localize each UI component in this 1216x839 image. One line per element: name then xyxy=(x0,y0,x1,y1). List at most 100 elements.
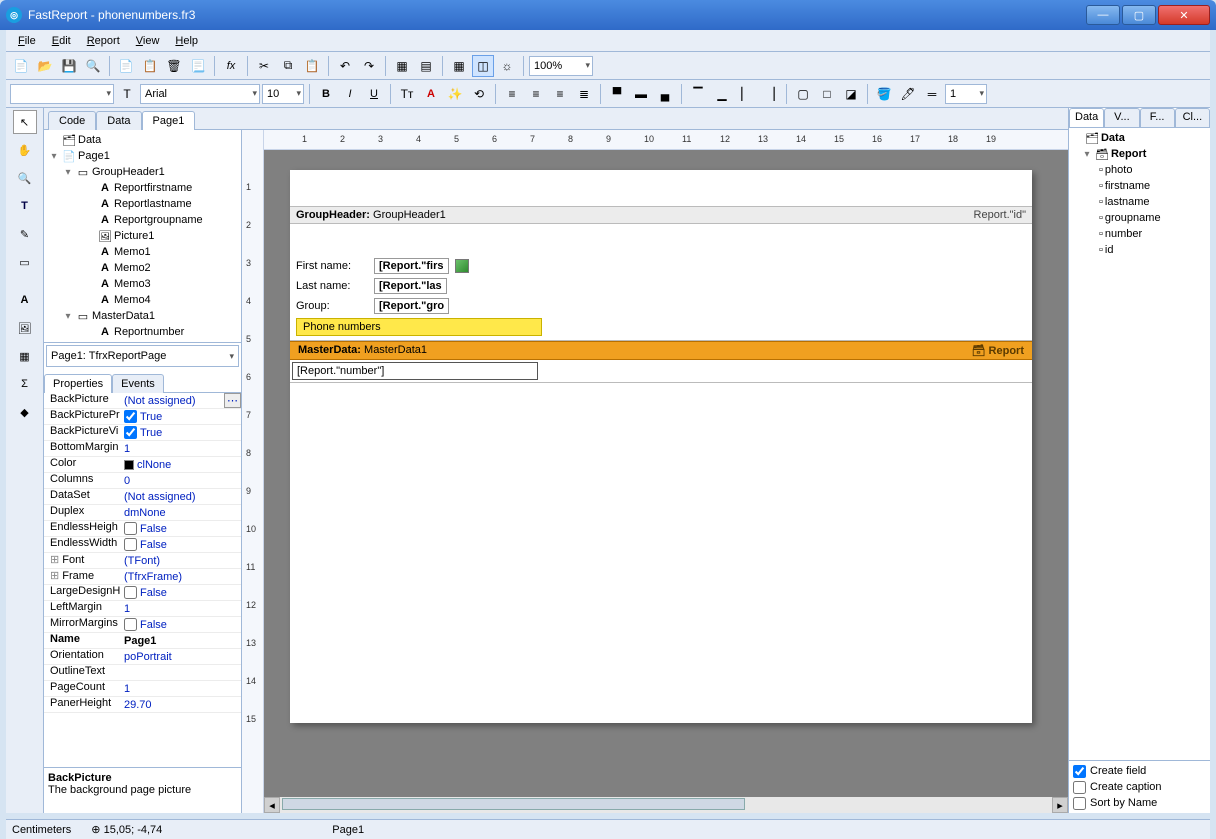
report-page[interactable]: GroupHeader: GroupHeader1 Report."id" Fi… xyxy=(290,170,1032,723)
window-close-button[interactable]: ✕ xyxy=(1158,5,1210,25)
tree-node[interactable]: AMemo1 xyxy=(44,244,241,260)
rotation-button[interactable]: ⟲ xyxy=(468,83,490,105)
property-row[interactable]: BackPicture(Not assigned)⋯ xyxy=(44,393,241,409)
property-row[interactable]: BackPictureViTrue xyxy=(44,425,241,441)
properties-grid[interactable]: BackPicture(Not assigned)⋯BackPicturePrT… xyxy=(44,392,241,767)
property-row[interactable]: LargeDesignHFalse xyxy=(44,585,241,601)
cut-button[interactable]: ✂ xyxy=(253,55,275,77)
property-row[interactable]: OrientationpoPortrait xyxy=(44,649,241,665)
property-row[interactable]: PageCount1 xyxy=(44,681,241,697)
tab-properties[interactable]: Properties xyxy=(44,374,112,393)
property-row[interactable]: BottomMargin1 xyxy=(44,441,241,457)
font-picker-button[interactable]: T xyxy=(116,83,138,105)
undo-button[interactable]: ↶ xyxy=(334,55,356,77)
save-button[interactable]: 💾 xyxy=(58,55,80,77)
variables-button[interactable]: fx xyxy=(220,55,242,77)
create-caption-checkbox[interactable]: Create caption xyxy=(1073,779,1206,795)
tab-data[interactable]: Data xyxy=(96,111,141,130)
align-left-button[interactable]: ≡ xyxy=(501,83,523,105)
group-label[interactable]: Group: xyxy=(296,300,374,312)
bold-button[interactable]: B xyxy=(315,83,337,105)
twisty-icon[interactable]: ▾ xyxy=(62,167,74,178)
tab-code[interactable]: Code xyxy=(48,111,96,130)
property-row[interactable]: Columns0 xyxy=(44,473,241,489)
number-field[interactable]: [Report."number"] xyxy=(292,362,538,380)
menu-report[interactable]: Report xyxy=(79,33,128,49)
right-tab-functions[interactable]: F... xyxy=(1140,108,1175,127)
data-field-node[interactable]: ▫id xyxy=(1071,242,1208,258)
align-right-button[interactable]: ≡ xyxy=(549,83,571,105)
property-row[interactable]: PanerHeight29.70 xyxy=(44,697,241,713)
valign-middle-button[interactable]: ▬ xyxy=(630,83,652,105)
line-weight-combo[interactable]: 1 xyxy=(945,84,987,104)
twisty-icon[interactable]: ▾ xyxy=(48,151,60,162)
property-row[interactable]: BackPicturePrTrue xyxy=(44,409,241,425)
property-row[interactable]: OutlineText xyxy=(44,665,241,681)
font-name-combo[interactable]: Arial xyxy=(140,84,260,104)
twisty-icon[interactable]: ▾ xyxy=(62,311,74,322)
fill-color-button[interactable]: 🪣 xyxy=(873,83,895,105)
phone-numbers-header[interactable]: Phone numbers xyxy=(296,318,542,336)
frame-all-button[interactable]: ▢ xyxy=(792,83,814,105)
font-color-button[interactable]: A xyxy=(420,83,442,105)
align-justify-button[interactable]: ≣ xyxy=(573,83,595,105)
window-maximize-button[interactable]: ▢ xyxy=(1122,5,1156,25)
italic-button[interactable]: I xyxy=(339,83,361,105)
font-settings-button[interactable]: Tᴛ xyxy=(396,83,418,105)
menu-file[interactable]: File xyxy=(10,33,44,49)
scroll-right-button[interactable]: ▸ xyxy=(1052,797,1068,813)
property-row[interactable]: DuplexdmNone xyxy=(44,505,241,521)
right-tab-classes[interactable]: Cl... xyxy=(1175,108,1210,127)
object-selector[interactable]: Page1: TfrxReportPage xyxy=(46,345,239,367)
highlight-button[interactable]: ✨ xyxy=(444,83,466,105)
property-row[interactable]: ColorclNone xyxy=(44,457,241,473)
right-tab-variables[interactable]: V... xyxy=(1104,108,1139,127)
hand-tool[interactable]: ✋ xyxy=(13,138,37,162)
text-tool[interactable]: T xyxy=(13,194,37,218)
tree-node[interactable]: AReportfirstname xyxy=(44,180,241,196)
data-field-node[interactable]: ▫lastname xyxy=(1071,194,1208,210)
frame-bottom-button[interactable]: ▁ xyxy=(711,83,733,105)
tree-node[interactable]: AMemo3 xyxy=(44,276,241,292)
design-canvas[interactable]: GroupHeader: GroupHeader1 Report."id" Fi… xyxy=(264,150,1068,797)
last-name-label[interactable]: Last name: xyxy=(296,280,374,292)
preview-button[interactable]: 🔍 xyxy=(82,55,104,77)
sys-object[interactable]: Σ xyxy=(13,372,37,396)
property-row[interactable]: NamePage1 xyxy=(44,633,241,649)
tab-page1[interactable]: Page1 xyxy=(142,111,196,130)
valign-bottom-button[interactable]: ▄ xyxy=(654,83,676,105)
horizontal-scrollbar[interactable]: ◂ ▸ xyxy=(264,797,1068,813)
frame-left-button[interactable]: ▏ xyxy=(735,83,757,105)
data-field-node[interactable]: ▫photo xyxy=(1071,162,1208,178)
scroll-thumb[interactable] xyxy=(282,798,745,810)
frame-shadow-button[interactable]: ◪ xyxy=(840,83,862,105)
data-field-node[interactable]: ▫groupname xyxy=(1071,210,1208,226)
delete-page-button[interactable]: 🗑 xyxy=(163,55,185,77)
data-field-node[interactable]: ▫number xyxy=(1071,226,1208,242)
window-minimize-button[interactable]: — xyxy=(1086,5,1120,25)
style-combo[interactable] xyxy=(10,84,114,104)
property-row[interactable]: EndlessHeighFalse xyxy=(44,521,241,537)
tab-events[interactable]: Events xyxy=(112,374,164,393)
open-button[interactable]: 📂 xyxy=(34,55,56,77)
property-row[interactable]: EndlessWidthFalse xyxy=(44,537,241,553)
frame-right-button[interactable]: ▕ xyxy=(759,83,781,105)
tree-node[interactable]: AReportgroupname xyxy=(44,212,241,228)
menu-view[interactable]: View xyxy=(128,33,168,49)
right-tab-data[interactable]: Data xyxy=(1069,108,1104,127)
property-row[interactable]: MirrorMarginsFalse xyxy=(44,617,241,633)
line-color-button[interactable]: 🖊 xyxy=(897,83,919,105)
show-grid-button[interactable]: ▦ xyxy=(448,55,470,77)
first-name-field[interactable]: [Report."firs xyxy=(374,258,449,274)
ungroup-button[interactable]: ▤ xyxy=(415,55,437,77)
copy-button[interactable]: ⧉ xyxy=(277,55,299,77)
new-button[interactable]: 📄 xyxy=(10,55,32,77)
group-field[interactable]: [Report."gro xyxy=(374,298,449,314)
group-header-band-title[interactable]: GroupHeader: GroupHeader1 Report."id" xyxy=(290,206,1032,224)
draw-object[interactable]: ◆ xyxy=(13,400,37,424)
align-grid-button[interactable]: ◫ xyxy=(472,55,494,77)
tree-node[interactable]: 🖼Picture1 xyxy=(44,228,241,244)
group-button[interactable]: ▦ xyxy=(391,55,413,77)
property-row[interactable]: ⊞ Frame(TfrxFrame) xyxy=(44,569,241,585)
property-row[interactable]: ⊞ Font(TFont) xyxy=(44,553,241,569)
